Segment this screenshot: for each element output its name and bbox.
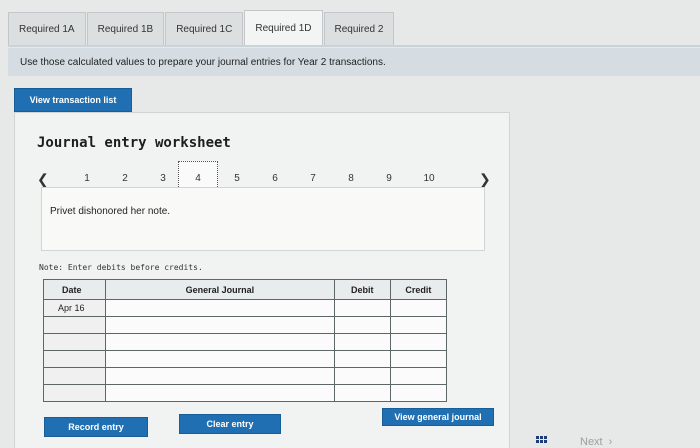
page-8[interactable]: 8: [343, 173, 359, 184]
account-cell[interactable]: [105, 299, 335, 317]
tab-required-1c[interactable]: Required 1C: [165, 12, 244, 46]
entry-note: Note: Enter debits before credits.: [39, 263, 203, 272]
page-5[interactable]: 5: [229, 173, 245, 184]
tab-required-1a[interactable]: Required 1A: [8, 12, 86, 46]
date-cell[interactable]: [42, 333, 107, 351]
column-header-general-journal: General Journal: [105, 279, 335, 300]
credit-cell[interactable]: [389, 367, 448, 385]
table-row: [42, 316, 448, 334]
credit-cell[interactable]: [389, 384, 448, 402]
credit-cell[interactable]: [389, 316, 448, 334]
table-row: Apr 16: [42, 299, 448, 317]
view-general-journal-button[interactable]: View general journal: [382, 408, 494, 426]
debit-cell[interactable]: [333, 316, 391, 334]
debit-cell[interactable]: [333, 367, 391, 385]
page-1[interactable]: 1: [79, 173, 95, 184]
date-cell[interactable]: Apr 16: [42, 299, 107, 317]
date-cell[interactable]: [42, 367, 107, 385]
column-header-debit: Debit: [333, 279, 391, 300]
table-row: [42, 384, 448, 402]
page-6[interactable]: 6: [267, 173, 283, 184]
debit-cell[interactable]: [333, 299, 391, 317]
worksheet-title: Journal entry worksheet: [37, 135, 231, 151]
chevron-left-icon[interactable]: ❮: [37, 171, 49, 188]
page-10[interactable]: 10: [419, 173, 439, 184]
page-2[interactable]: 2: [117, 173, 133, 184]
journal-entry-worksheet: Journal entry worksheet ❮ 1 2 3 4 5 6 7 …: [14, 112, 510, 448]
account-cell[interactable]: [105, 316, 335, 334]
account-cell[interactable]: [105, 350, 335, 368]
credit-cell[interactable]: [389, 350, 448, 368]
debit-cell[interactable]: [333, 350, 391, 368]
debit-cell[interactable]: [333, 333, 391, 351]
debit-cell[interactable]: [333, 384, 391, 402]
grid-icon[interactable]: [536, 436, 550, 446]
next-link[interactable]: Next ›: [580, 436, 612, 448]
date-cell[interactable]: [42, 384, 107, 402]
column-header-credit: Credit: [389, 279, 448, 300]
account-cell[interactable]: [105, 384, 335, 402]
page-3[interactable]: 3: [155, 173, 171, 184]
tab-underline: [8, 45, 700, 47]
tab-required-1d[interactable]: Required 1D: [244, 10, 323, 46]
tab-bar: Required 1A Required 1B Required 1C Requ…: [8, 10, 395, 46]
tab-required-2[interactable]: Required 2: [323, 12, 395, 46]
table-row: [42, 350, 448, 368]
account-cell[interactable]: [105, 367, 335, 385]
account-cell[interactable]: [105, 333, 335, 351]
transaction-description: Privet dishonored her note.: [41, 187, 485, 251]
column-header-date: Date: [42, 279, 107, 300]
chevron-right-icon[interactable]: ❯: [479, 171, 491, 188]
instruction-text: Use those calculated values to prepare y…: [8, 48, 700, 76]
date-cell[interactable]: [42, 316, 107, 334]
table-row: [42, 333, 448, 351]
chevron-right-icon: ›: [608, 436, 613, 448]
credit-cell[interactable]: [389, 333, 448, 351]
record-entry-button[interactable]: Record entry: [44, 417, 148, 437]
view-transaction-list-button[interactable]: View transaction list: [14, 88, 132, 112]
clear-entry-button[interactable]: Clear entry: [179, 414, 281, 434]
tab-required-1b[interactable]: Required 1B: [86, 12, 165, 46]
page-7[interactable]: 7: [305, 173, 321, 184]
credit-cell[interactable]: [389, 299, 448, 317]
next-label: Next: [580, 436, 603, 448]
date-cell[interactable]: [42, 350, 107, 368]
page-9[interactable]: 9: [381, 173, 397, 184]
journal-table: Date General Journal Debit Credit Apr 16: [42, 279, 448, 402]
table-row: [42, 367, 448, 385]
